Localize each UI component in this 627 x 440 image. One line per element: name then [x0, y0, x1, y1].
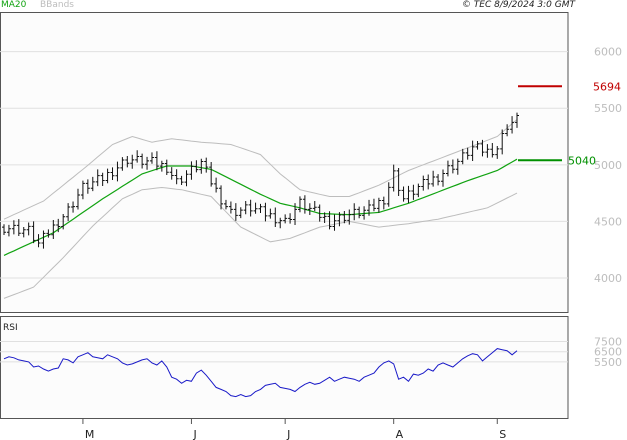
chart-root: 4000 4500 5000 5500 6000 5694 5040 7500 6500 5500… [0, 0, 627, 440]
rsi-panel-frame [0, 316, 569, 419]
price-rsi-chart: 4000450050005500600056945040750065005500… [0, 12, 622, 440]
x-label-57: J [286, 428, 290, 440]
x-label-100: S [499, 428, 506, 440]
rsi-tick-55: 5500 [594, 356, 622, 369]
x-label-16: M [85, 428, 95, 440]
price-tick-4000: 4000 [594, 272, 622, 285]
x-label-79: A [396, 428, 404, 440]
price-panel-frame [0, 12, 569, 313]
legend-ma20-label: MA20 [1, 0, 27, 10]
price-tick-4500: 4500 [594, 215, 622, 228]
legend-bbands: BBands [40, 0, 74, 11]
legend-bbands-label: BBands [40, 0, 74, 10]
rsi-panel-label: RSI [3, 323, 18, 333]
copyright-stamp: © TEC 8/9/2024 3:0 GMT [461, 0, 575, 10]
price-tick-5000: 5000 [594, 159, 622, 172]
level-label-resistance: 5694 [593, 80, 621, 93]
level-label-support: 5040 [568, 154, 596, 167]
price-tick-6000: 6000 [594, 46, 622, 59]
x-label-38: J [192, 428, 196, 440]
legend-ma20: MA20 [1, 0, 26, 11]
price-tick-5500: 5500 [594, 102, 622, 115]
